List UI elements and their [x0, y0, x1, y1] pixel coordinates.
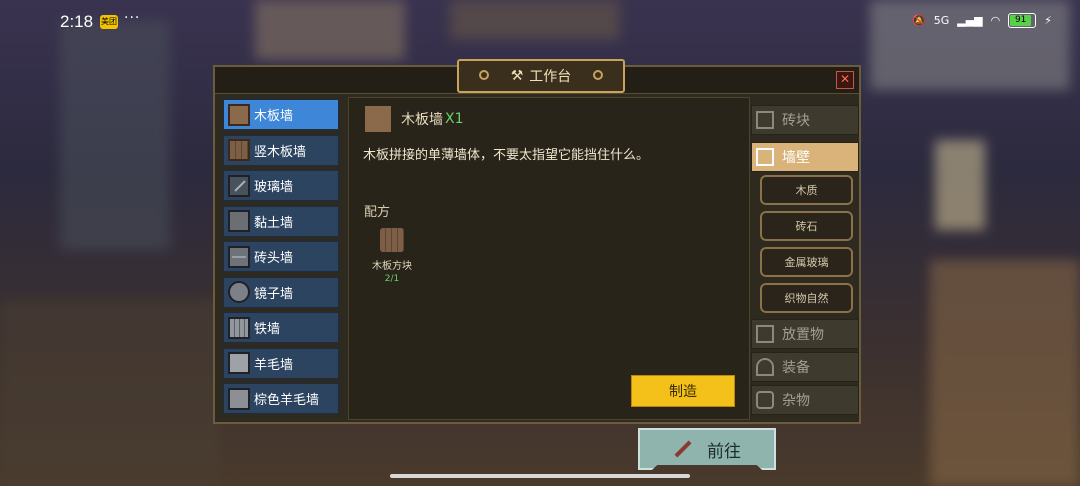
category-label: 放置物 [782, 327, 824, 343]
category-label: 装备 [782, 360, 810, 376]
ingredient-count: 2/1 [384, 274, 400, 284]
detail-header: 木板墙 X1 [365, 106, 464, 132]
detail-description: 木板拼接的单薄墙体，不要太指望它能挡住什么。 [363, 148, 650, 163]
wall-item-label: 棕色羊毛墙 [254, 393, 320, 408]
panel-title-plate: ⚒ 工作台 [457, 59, 625, 93]
wall-item-glass[interactable]: 玻璃墙 [223, 170, 339, 201]
clay-wall-icon [228, 210, 250, 232]
stud-icon [593, 70, 603, 80]
wall-item-wool[interactable]: 羊毛墙 [223, 347, 339, 379]
sword-icon [674, 440, 692, 458]
go-button-label: 前往 [707, 441, 741, 462]
wall-item-label: 木板墙 [254, 109, 294, 124]
wood-wall-icon [365, 106, 391, 132]
wall-item-mirror[interactable]: 镜子墙 [223, 276, 339, 308]
iron-wall-icon [228, 316, 250, 339]
home-indicator[interactable] [390, 474, 690, 478]
category-label: 杂物 [782, 393, 810, 409]
app-badge-icon: 美团 [100, 15, 118, 29]
mirror-wall-icon [228, 281, 250, 303]
category-label: 砖块 [782, 113, 810, 129]
wood-wall-icon [228, 103, 250, 126]
wall-item-brick[interactable]: 砖头墙 [223, 241, 339, 272]
wall-item-iron[interactable]: 铁墙 [223, 312, 339, 343]
vertical-wood-wall-icon [228, 139, 250, 161]
brown-wool-wall-icon [228, 387, 250, 410]
network-label: 5G [933, 14, 950, 27]
battery-icon: 91 [1008, 13, 1037, 28]
status-time: 2:18 [60, 12, 94, 31]
recipe-label: 配方 [364, 205, 391, 220]
wall-item-label: 铁墙 [254, 322, 281, 337]
battery-level: 91 [1010, 15, 1032, 26]
wall-item-vertical-wood[interactable]: 竖木板墙 [223, 134, 339, 166]
item-detail: 木板墙 X1 木板拼接的单薄墙体，不要太指望它能挡住什么。 配方 木板方块 2/… [348, 97, 750, 420]
hammer-icon: ⚒ [510, 68, 524, 84]
wifi-icon: ◠ [990, 14, 1001, 27]
category-misc[interactable]: 杂物 [751, 385, 859, 415]
wall-item-label: 羊毛墙 [254, 357, 294, 373]
category-walls[interactable]: 墙壁 [751, 142, 859, 172]
craft-button[interactable]: 制造 [631, 375, 735, 407]
category-list: 砖块 墙壁 木质 砖石 金属玻璃 织物自然 放置物 装备 杂物 [751, 105, 859, 418]
wood-plank-block-icon [380, 228, 404, 252]
subcategory-fabric-nature[interactable]: 织物自然 [760, 283, 853, 313]
go-button[interactable]: 前往 [638, 428, 776, 470]
panel-title: 工作台 [529, 69, 572, 85]
ingredient[interactable]: 木板方块 2/1 [367, 228, 417, 284]
detail-quantity: X1 [445, 111, 464, 127]
stud-icon [479, 70, 489, 80]
mute-icon: 🔕 [912, 14, 926, 27]
equipment-icon [756, 358, 774, 376]
glass-wall-icon [228, 174, 250, 197]
brick-wall-icon [228, 245, 250, 268]
category-equipment[interactable]: 装备 [751, 352, 859, 382]
chest-icon [756, 325, 774, 343]
subcategory-metal-glass[interactable]: 金属玻璃 [760, 247, 853, 277]
category-bricks[interactable]: 砖块 [751, 105, 859, 135]
charging-icon: ⚡ [1044, 14, 1052, 27]
detail-name: 木板墙 [401, 112, 443, 128]
bag-icon [756, 391, 774, 409]
ingredient-name: 木板方块 [372, 261, 412, 272]
more-dots: ··· [124, 10, 141, 26]
workbench-panel: ⚒ 工作台 ✕ 木板墙 竖木板墙 玻璃墙 黏土墙 砖头墙 镜子墙 铁墙 羊毛墙 … [213, 59, 861, 424]
wall-item-label: 砖头墙 [254, 251, 294, 266]
wall-item-brown-wool[interactable]: 棕色羊毛墙 [223, 383, 339, 414]
wall-list: 木板墙 竖木板墙 玻璃墙 黏土墙 砖头墙 镜子墙 铁墙 羊毛墙 棕色羊毛墙 [223, 99, 339, 419]
signal-icon: ▂▄▆ [957, 14, 983, 27]
cube-icon [756, 111, 774, 129]
category-placeables[interactable]: 放置物 [751, 319, 859, 349]
subcategory-stone[interactable]: 砖石 [760, 211, 853, 241]
wall-grid-icon [756, 148, 774, 166]
wall-item-label: 玻璃墙 [254, 180, 294, 195]
status-bar: 2:18 美团 ··· 🔕 5G ▂▄▆ ◠ 91 ⚡ [0, 0, 1080, 44]
wall-item-wood[interactable]: 木板墙 [223, 99, 339, 130]
wool-wall-icon [228, 352, 250, 374]
wall-item-label: 竖木板墙 [254, 144, 307, 160]
close-button[interactable]: ✕ [836, 71, 854, 89]
wall-item-label: 镜子墙 [254, 286, 294, 302]
subcategory-wood[interactable]: 木质 [760, 175, 853, 205]
category-label: 墙壁 [782, 150, 810, 166]
wall-item-label: 黏土墙 [254, 215, 294, 231]
wall-item-clay[interactable]: 黏土墙 [223, 205, 339, 237]
